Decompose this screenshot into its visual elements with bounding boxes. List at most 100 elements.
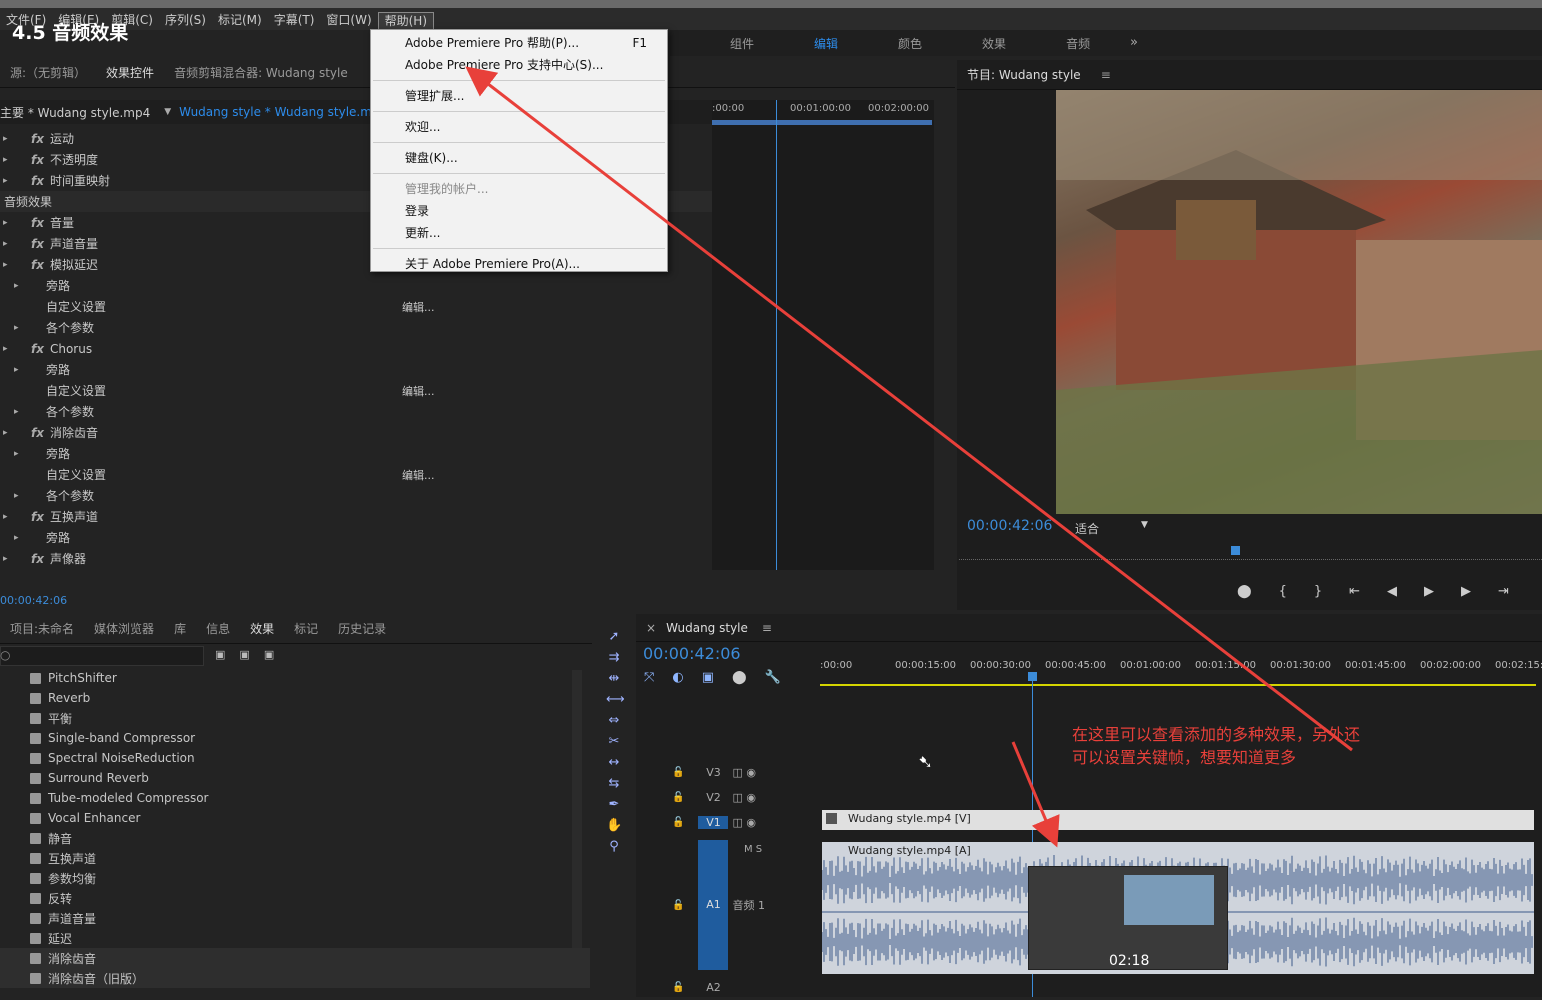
project-tab-5[interactable]: 标记 xyxy=(284,620,328,637)
project-tab-0[interactable]: 项目:未命名 xyxy=(0,620,84,637)
expand-triangle-icon[interactable]: ▸ xyxy=(3,218,13,228)
mark-in-icon[interactable]: { xyxy=(1279,584,1287,599)
workspace-tab-1[interactable]: 编辑 xyxy=(814,35,838,52)
zoom-tool-icon[interactable]: ⚲ xyxy=(606,839,622,854)
effect-controls-tab-0[interactable]: 源:（无剪辑） xyxy=(0,64,96,81)
effect-row[interactable]: 自定义设置 编辑... xyxy=(0,464,712,485)
project-tab-3[interactable]: 信息 xyxy=(196,620,240,637)
help-menu-item-1[interactable]: Adobe Premiere Pro 支持中心(S)... xyxy=(371,54,667,76)
expand-triangle-icon[interactable]: ▸ xyxy=(3,176,13,186)
lock-icon[interactable]: 🔓 xyxy=(672,900,684,911)
program-playhead[interactable] xyxy=(1231,546,1240,555)
effect-list-item[interactable]: 消除齿音（旧版） xyxy=(0,968,590,988)
expand-triangle-icon[interactable]: ▸ xyxy=(14,449,24,459)
add-marker-icon[interactable]: ⬤ xyxy=(732,670,747,685)
expand-triangle-icon[interactable]: ▸ xyxy=(14,365,24,375)
effect-list-item[interactable]: Spectral NoiseReduction xyxy=(0,748,590,768)
effect-list-item[interactable]: Vocal Enhancer xyxy=(0,808,590,828)
fx-icon[interactable]: fx xyxy=(31,510,44,524)
pen-tool-icon[interactable]: ✒ xyxy=(606,797,622,812)
menu-item-3[interactable]: 序列(S) xyxy=(159,12,212,30)
rolling-edit-tool-icon[interactable]: ⟷ xyxy=(606,692,625,707)
linked-selection-icon[interactable]: ▣ xyxy=(702,670,714,685)
help-menu-item-3[interactable]: 欢迎... xyxy=(371,116,667,138)
track-select-tool-icon[interactable]: ⇉ xyxy=(606,650,622,665)
help-menu-item-6[interactable]: 登录 xyxy=(371,200,667,222)
expand-triangle-icon[interactable]: ▸ xyxy=(3,428,13,438)
track-label[interactable]: V3 xyxy=(698,766,728,779)
lock-icon[interactable]: 🔓 xyxy=(672,792,684,803)
fx-icon[interactable]: fx xyxy=(31,132,44,146)
go-to-out-icon[interactable]: ⇥ xyxy=(1498,584,1509,599)
panel-menu-icon[interactable]: ≡ xyxy=(1091,68,1121,82)
toggle-output-icon[interactable]: ◫ ◉ xyxy=(732,791,756,804)
effect-list-item[interactable]: 声道音量 xyxy=(0,908,590,928)
lock-icon[interactable]: 🔓 xyxy=(672,982,684,993)
ripple-edit-tool-icon[interactable]: ⇹ xyxy=(606,671,622,686)
rate-stretch-tool-icon[interactable]: ⇔ xyxy=(606,713,622,728)
expand-triangle-icon[interactable]: ▸ xyxy=(3,239,13,249)
track-header-V2[interactable]: 🔓 V2 ◫ ◉ xyxy=(636,785,820,810)
fx-icon[interactable]: fx xyxy=(31,216,44,230)
effect-controls-tab-2[interactable]: 音频剪辑混合器: Wudang style xyxy=(164,64,358,81)
playhead-line[interactable] xyxy=(776,100,777,570)
close-tab-icon[interactable]: × xyxy=(646,621,656,635)
track-header-A1[interactable]: 🔓 A1 音频 1 M S xyxy=(636,840,820,970)
expand-triangle-icon[interactable]: ▸ xyxy=(14,533,24,543)
expand-triangle-icon[interactable]: ▸ xyxy=(14,491,24,501)
track-header-V3[interactable]: 🔓 V3 ◫ ◉ xyxy=(636,760,820,785)
wrench-icon[interactable]: 🔧 xyxy=(765,670,781,685)
master-clip-label[interactable]: 主要 * Wudang style.mp4 xyxy=(0,104,150,121)
effect-row[interactable]: ▸ fx 消除齿音 xyxy=(0,422,712,443)
panel-menu-icon[interactable]: ≡ xyxy=(762,621,772,635)
project-tab-2[interactable]: 库 xyxy=(164,620,196,637)
effect-list-item[interactable]: 平衡 xyxy=(0,708,590,728)
fx-icon[interactable]: fx xyxy=(31,153,44,167)
edit-button[interactable]: 编辑... xyxy=(402,299,435,315)
project-tab-1[interactable]: 媒体浏览器 xyxy=(84,620,164,637)
menu-item-4[interactable]: 标记(M) xyxy=(212,12,268,30)
effect-row[interactable]: 自定义设置 编辑... xyxy=(0,296,712,317)
sequence-clip-label[interactable]: Wudang style * Wudang style.mp4 xyxy=(179,105,387,119)
effect-row[interactable]: ▸ fx 声像器 xyxy=(0,548,712,569)
expand-triangle-icon[interactable]: ▸ xyxy=(3,554,13,564)
insert-nest-icon[interactable]: ⤧ xyxy=(644,670,654,685)
help-menu-item-2[interactable]: 管理扩展... xyxy=(371,85,667,107)
effect-row[interactable]: ▸ fx 互换声道 xyxy=(0,506,712,527)
toggle-output-icon[interactable]: ◫ ◉ xyxy=(732,766,756,779)
lock-icon[interactable]: 🔓 xyxy=(672,817,684,828)
effect-list-item[interactable]: 互换声道 xyxy=(0,848,590,868)
yuv-effects-icon[interactable]: ▣ xyxy=(264,648,274,661)
hand-tool-icon[interactable]: ✋ xyxy=(606,818,622,833)
help-menu-item-0[interactable]: Adobe Premiere Pro 帮助(P)... F1 xyxy=(371,32,667,54)
effect-row[interactable]: ▸ 旁路 xyxy=(0,359,712,380)
timeline-timecode[interactable]: 00:00:42:06 xyxy=(643,644,741,663)
accelerated-effects-icon[interactable]: ▣ xyxy=(215,648,225,661)
fx-icon[interactable]: fx xyxy=(31,237,44,251)
effect-row[interactable]: ▸ 旁路 xyxy=(0,443,712,464)
work-area-bar[interactable] xyxy=(820,684,1536,686)
selection-tool-icon[interactable]: ➚ xyxy=(606,629,622,644)
track-label[interactable]: A2 xyxy=(698,981,728,994)
edit-button[interactable]: 编辑... xyxy=(402,467,435,483)
effect-list-item[interactable]: 反转 xyxy=(0,888,590,908)
effect-list-item[interactable]: Tube-modeled Compressor xyxy=(0,788,590,808)
menu-item-5[interactable]: 字幕(T) xyxy=(268,12,321,30)
fx-icon[interactable]: fx xyxy=(31,342,44,356)
effect-list-item[interactable]: Single-band Compressor xyxy=(0,728,590,748)
project-tab-6[interactable]: 历史记录 xyxy=(328,620,396,637)
program-scrubber[interactable] xyxy=(959,552,1542,560)
play-icon[interactable]: ▶ xyxy=(1424,584,1434,599)
fx-icon[interactable]: fx xyxy=(31,552,44,566)
work-area-bar[interactable] xyxy=(712,120,932,125)
expand-triangle-icon[interactable]: ▸ xyxy=(3,512,13,522)
razor-tool-icon[interactable]: ✂ xyxy=(606,734,622,749)
fx-icon[interactable]: fx xyxy=(31,426,44,440)
fit-dropdown[interactable]: 适合 xyxy=(1075,520,1099,537)
effect-list-item[interactable]: Surround Reverb xyxy=(0,768,590,788)
menu-item-6[interactable]: 窗口(W) xyxy=(320,12,377,30)
effects-search-input[interactable] xyxy=(0,646,204,666)
timeline-ruler[interactable]: :00:00 00:00:15:00 00:00:30:00 00:00:45:00 0… xyxy=(820,658,1542,686)
toggle-output-icon[interactable]: ◫ ◉ xyxy=(732,816,756,829)
expand-triangle-icon[interactable]: ▸ xyxy=(14,281,24,291)
